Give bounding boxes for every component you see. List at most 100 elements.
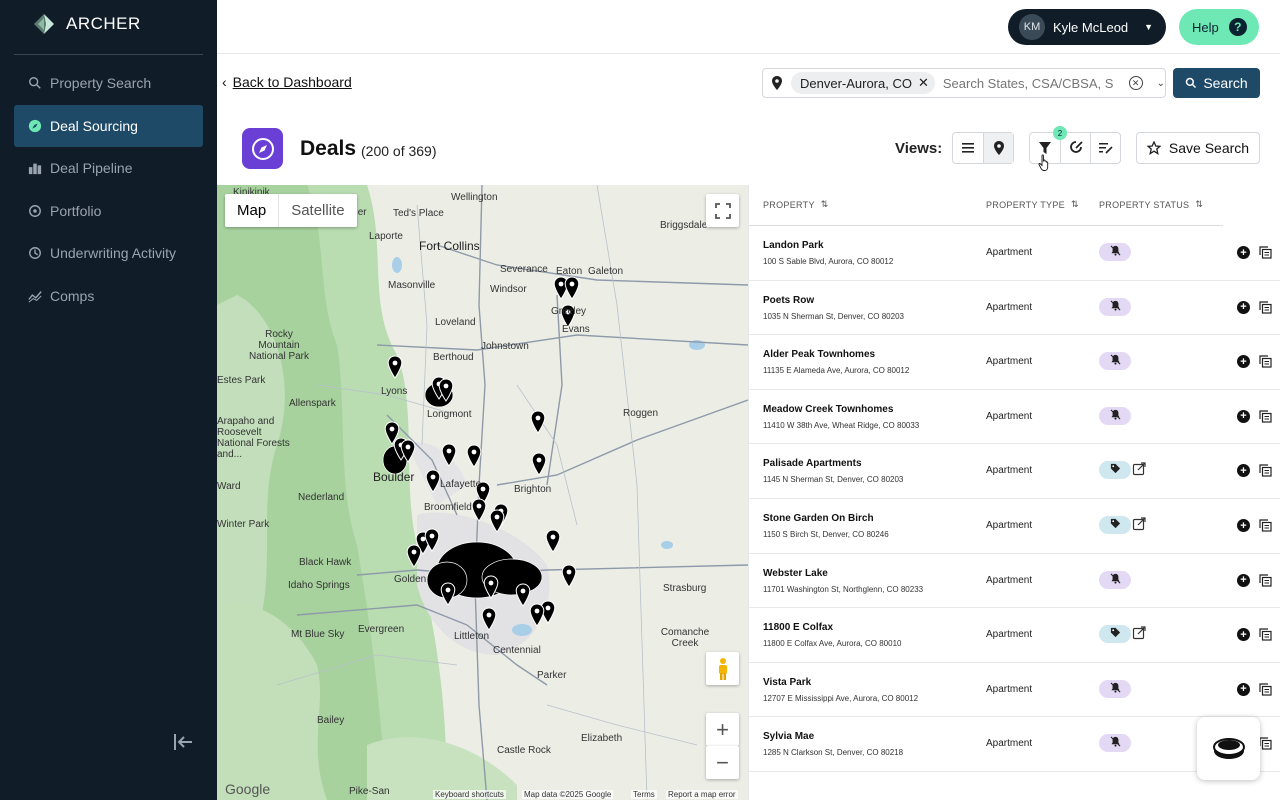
add-to-pipeline-button[interactable]: + — [1237, 682, 1250, 696]
location-chip[interactable]: Denver-Aurora, CO ✕ — [790, 72, 935, 94]
map-pin-icon[interactable] — [564, 276, 580, 300]
map-pin-icon[interactable] — [466, 444, 482, 468]
sidebar-item-underwriting-activity[interactable]: Underwriting Activity — [14, 232, 203, 274]
map-pin-icon[interactable] — [545, 529, 561, 553]
table-row[interactable]: Alder Peak Townhomes 11135 E Alameda Ave,… — [749, 335, 1280, 390]
copy-icon[interactable] — [1259, 300, 1272, 314]
map-view-button[interactable] — [983, 133, 1013, 163]
map-pin-icon[interactable] — [471, 498, 487, 522]
map-pin-icon[interactable] — [438, 378, 454, 402]
property-name[interactable]: Vista Park — [763, 677, 811, 688]
zoom-in-button[interactable]: + — [706, 713, 739, 746]
column-header-property[interactable]: PROPERTY ⇅ — [763, 199, 829, 210]
location-search-input[interactable] — [942, 75, 1121, 91]
column-header-property-type[interactable]: PROPERTY TYPE ⇅ — [986, 199, 1079, 210]
external-link-icon[interactable] — [1132, 626, 1146, 640]
map-type-satellite-button[interactable]: Satellite — [278, 194, 356, 227]
external-link-icon[interactable] — [1132, 517, 1146, 531]
user-menu-button[interactable]: KM Kyle McLeod ▼ — [1008, 9, 1166, 45]
list-view-button[interactable] — [953, 133, 983, 163]
table-row[interactable]: Landon Park 100 S Sable Blvd, Aurora, CO … — [749, 226, 1280, 281]
map-pin-icon[interactable] — [440, 582, 456, 606]
report-map-error-link[interactable]: Report a map error — [666, 790, 738, 799]
clear-icon[interactable]: ✕ — [1128, 76, 1143, 90]
map-pin-icon[interactable] — [387, 355, 403, 379]
copy-icon[interactable] — [1259, 519, 1272, 532]
column-label: PROPERTY — [763, 199, 815, 210]
table-row[interactable]: Stone Garden On Birch 1150 S Birch St, De… — [749, 499, 1280, 554]
add-to-pipeline-button[interactable]: + — [1237, 464, 1250, 478]
map-panel[interactable]: Kinikinik Wellington Red Feather Lakes T… — [217, 185, 748, 800]
fullscreen-button[interactable] — [706, 194, 739, 227]
copy-icon[interactable] — [1259, 410, 1272, 423]
back-to-dashboard-link[interactable]: ‹ Back to Dashboard — [222, 74, 352, 90]
map-pin-icon[interactable] — [406, 544, 422, 568]
map-label: Ted's Place — [393, 208, 444, 219]
map-label: Laporte — [369, 231, 403, 242]
property-name[interactable]: 11800 E Colfax — [763, 622, 833, 633]
add-to-pipeline-button[interactable]: + — [1237, 409, 1250, 423]
property-name[interactable]: Sylvia Mae — [763, 731, 814, 742]
copy-icon[interactable] — [1259, 355, 1272, 368]
table-row[interactable]: Webster Lake 11701 Washington St, Northgl… — [749, 554, 1280, 609]
property-name[interactable]: Webster Lake — [763, 568, 828, 579]
property-name[interactable]: Poets Row — [763, 295, 814, 306]
street-view-button[interactable] — [706, 652, 739, 685]
comps-icon — [28, 290, 42, 303]
property-name[interactable]: Alder Peak Townhomes — [763, 349, 875, 360]
edit-columns-button[interactable] — [1090, 133, 1120, 163]
help-button[interactable]: Help ? — [1179, 9, 1259, 45]
add-to-pipeline-button[interactable]: + — [1237, 246, 1250, 259]
chevron-down-icon[interactable]: ⌄ — [1157, 78, 1165, 89]
add-to-pipeline-button[interactable]: + — [1237, 628, 1250, 642]
add-to-pipeline-button[interactable]: + — [1237, 300, 1250, 314]
property-name[interactable]: Meadow Creek Townhomes — [763, 404, 893, 415]
sidebar-item-comps[interactable]: Comps — [14, 275, 203, 317]
map-pin-icon[interactable] — [489, 509, 505, 533]
table-row[interactable]: Vista Park 12707 E Mississippi Ave, Auror… — [749, 663, 1280, 718]
chat-widget-button[interactable] — [1197, 717, 1260, 780]
property-name[interactable]: Palisade Apartments — [763, 458, 862, 469]
terms-link[interactable]: Terms — [631, 790, 657, 799]
map-pin-icon[interactable] — [483, 575, 499, 599]
property-name[interactable]: Stone Garden On Birch — [763, 513, 874, 524]
map-pin-icon[interactable] — [531, 452, 547, 476]
brand-logo[interactable]: ARCHER — [32, 12, 141, 36]
map-label: Galeton — [588, 266, 624, 277]
map-pin-icon[interactable] — [481, 607, 497, 631]
property-name[interactable]: Landon Park — [763, 240, 824, 251]
copy-icon[interactable] — [1259, 464, 1272, 477]
table-row[interactable]: Poets Row 1035 N Sherman St, Denver, CO 8… — [749, 281, 1280, 336]
save-search-button[interactable]: Save Search — [1136, 132, 1260, 164]
map-pin-icon[interactable] — [400, 439, 416, 463]
add-to-pipeline-button[interactable]: + — [1237, 519, 1250, 532]
copy-icon[interactable] — [1259, 683, 1272, 696]
external-link-icon[interactable] — [1132, 462, 1146, 476]
add-to-pipeline-button[interactable]: + — [1237, 573, 1250, 587]
sidebar-item-deal-sourcing[interactable]: Deal Sourcing — [14, 104, 203, 147]
sidebar-item-portfolio[interactable]: Portfolio — [14, 190, 203, 232]
map-pin-icon[interactable] — [529, 603, 545, 627]
search-button[interactable]: Search — [1173, 68, 1260, 98]
table-row[interactable]: 11800 E Colfax 11800 E Colfax Ave, Aurora… — [749, 608, 1280, 663]
map-type-map-button[interactable]: Map — [225, 194, 278, 227]
add-to-pipeline-button[interactable]: + — [1237, 355, 1250, 369]
table-row[interactable]: Meadow Creek Townhomes 11410 W 38th Ave, … — [749, 390, 1280, 445]
remove-chip-icon[interactable]: ✕ — [918, 75, 929, 91]
map-pin-icon[interactable] — [441, 443, 457, 467]
keyboard-shortcuts-link[interactable]: Keyboard shortcuts — [433, 790, 506, 799]
column-header-property-status[interactable]: PROPERTY STATUS ⇅ — [1099, 199, 1203, 210]
copy-icon[interactable] — [1259, 246, 1272, 259]
table-row[interactable]: Palisade Apartments 1145 N Sherman St, De… — [749, 444, 1280, 499]
copy-icon[interactable] — [1259, 628, 1272, 641]
copy-icon[interactable] — [1259, 573, 1272, 587]
map-pin-icon[interactable] — [530, 410, 546, 434]
sidebar-item-property-search[interactable]: Property Search — [14, 62, 203, 104]
map-pin-icon[interactable] — [424, 528, 440, 552]
copy-icon[interactable] — [1259, 737, 1272, 750]
collapse-sidebar-icon[interactable] — [172, 732, 194, 752]
zoom-out-button[interactable]: − — [706, 746, 739, 779]
map-pin-icon[interactable] — [425, 469, 441, 493]
sidebar-item-deal-pipeline[interactable]: Deal Pipeline — [14, 147, 203, 189]
map-pin-icon[interactable] — [561, 564, 577, 588]
